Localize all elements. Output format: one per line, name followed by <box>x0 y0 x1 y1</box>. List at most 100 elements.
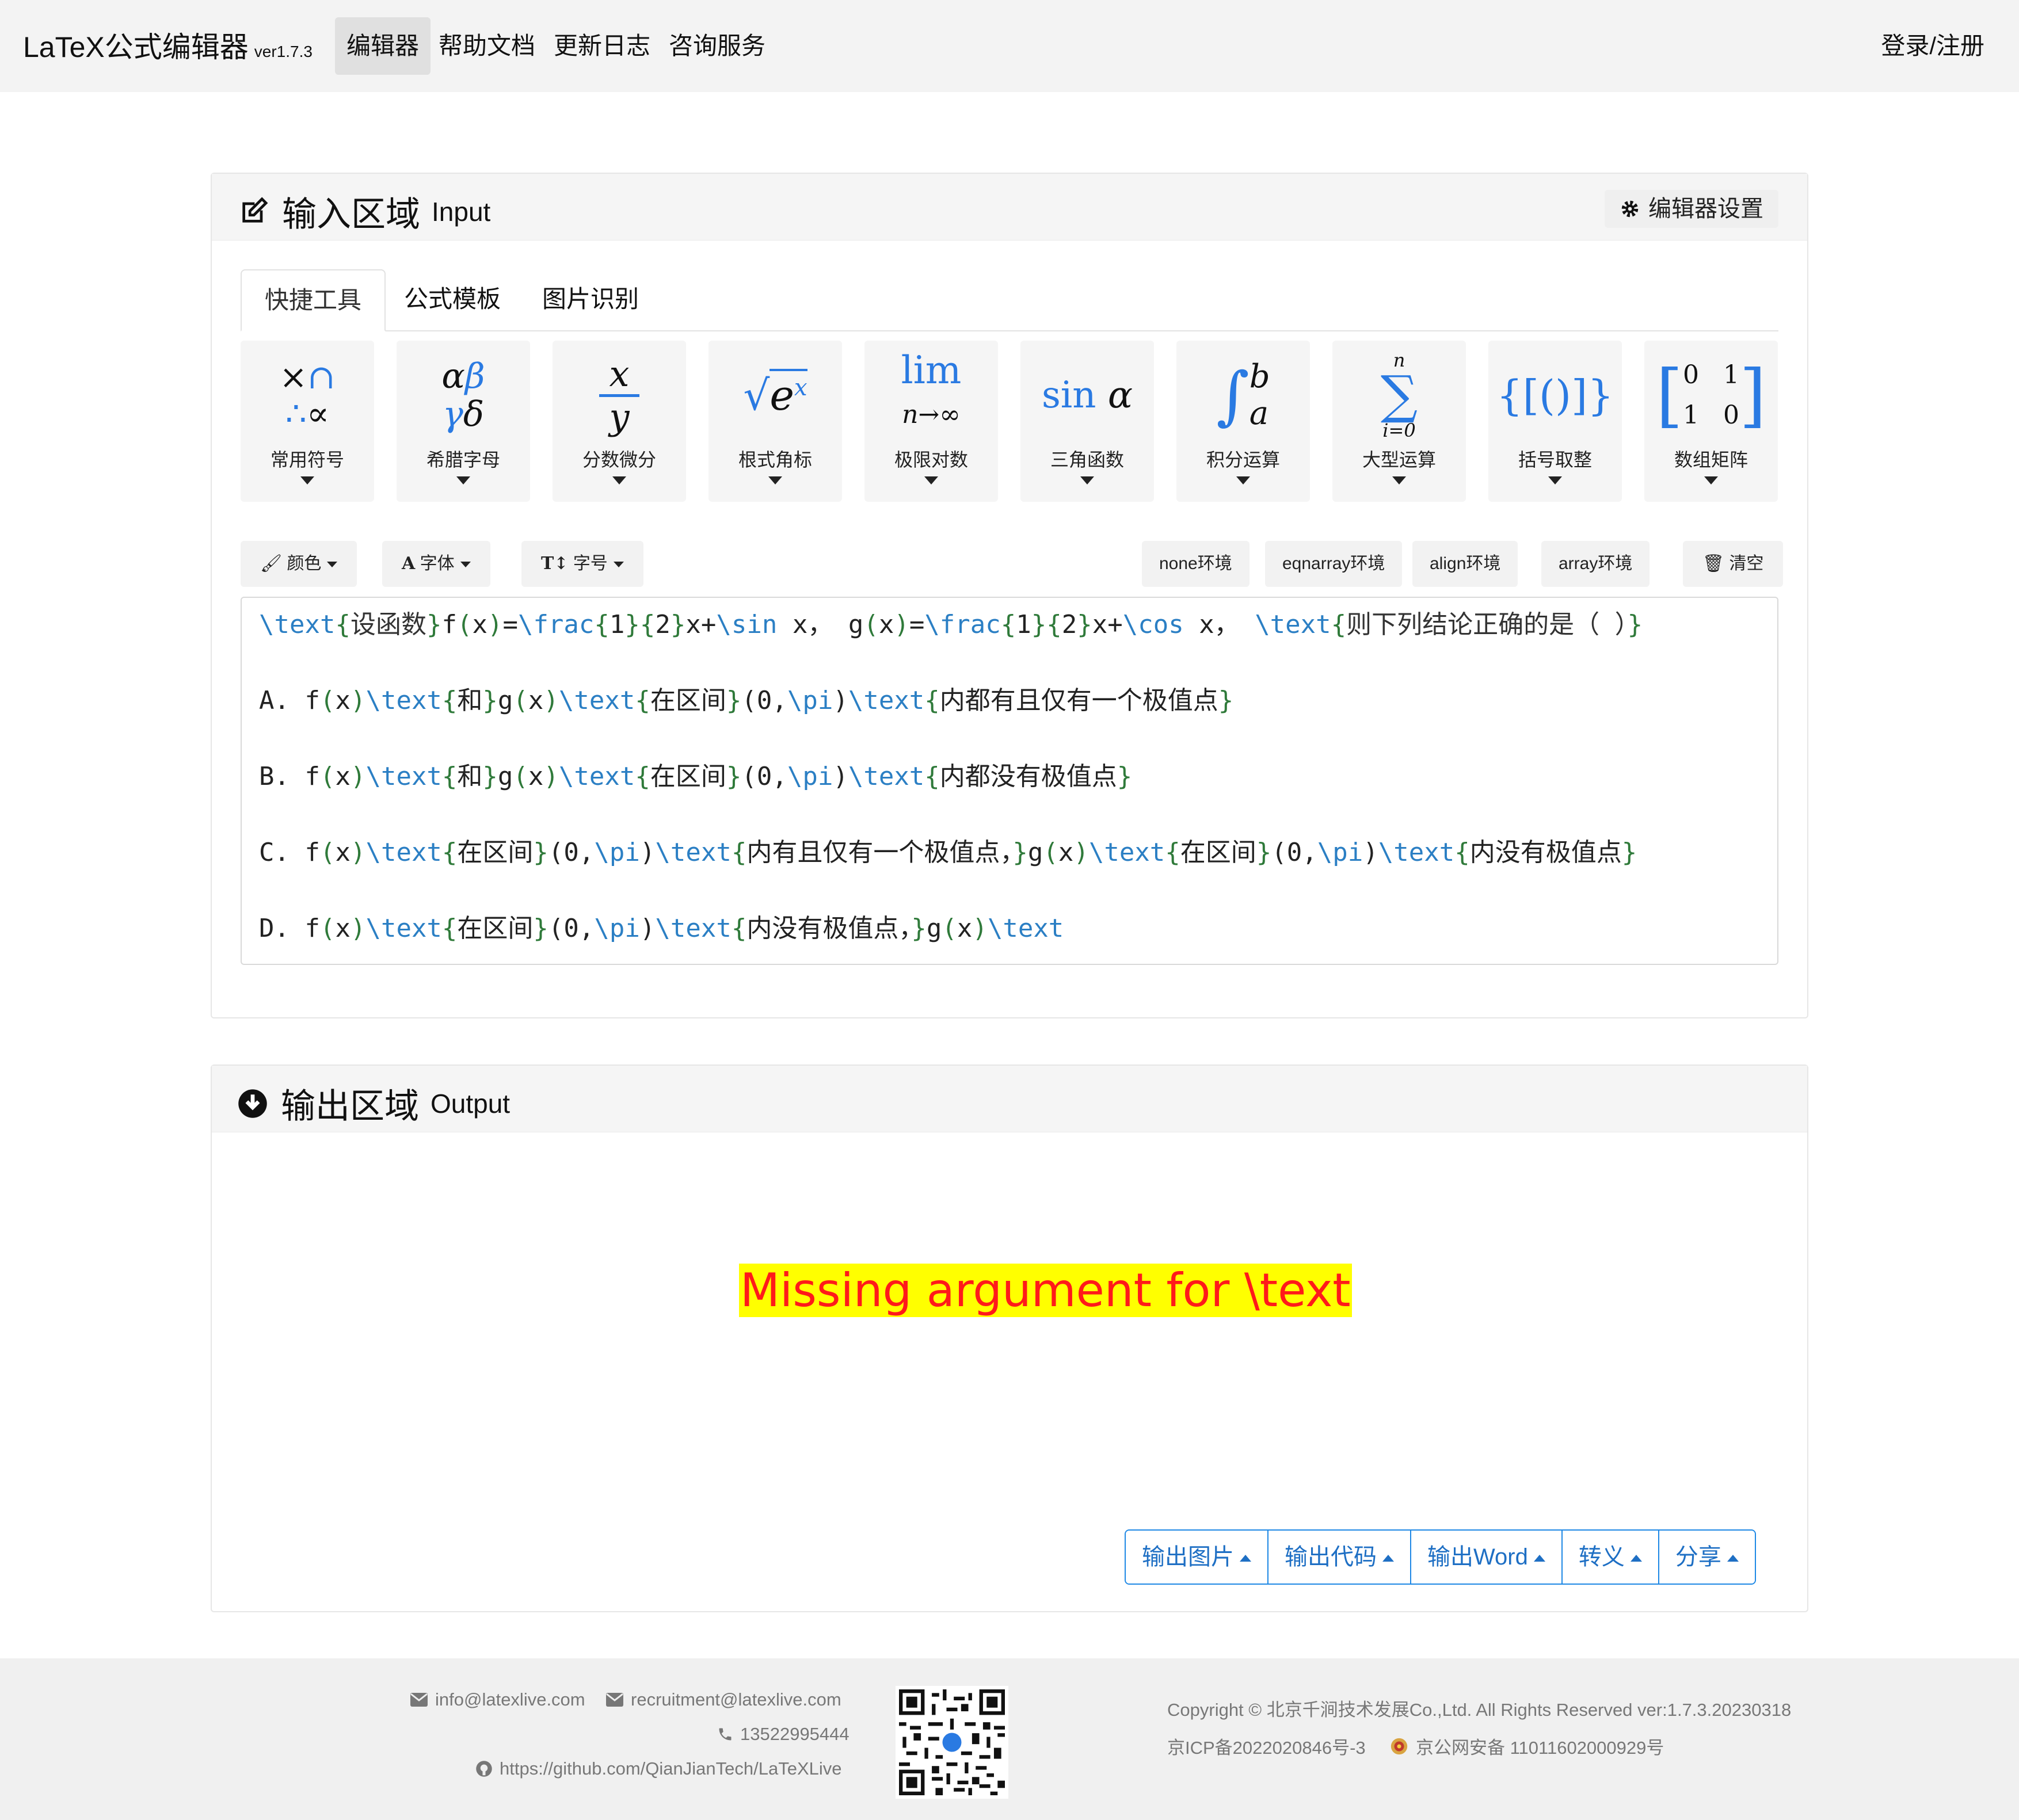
export-code-button[interactable]: 输出代码 <box>1268 1531 1411 1584</box>
share-label: 分享 <box>1675 1544 1721 1570</box>
none-env-button[interactable]: none环境 <box>1142 541 1250 587</box>
share-button[interactable]: 分享 <box>1659 1531 1755 1584</box>
brand[interactable]: LaTeX公式编辑器 ver1.7.3 <box>23 24 313 66</box>
editor-settings-button[interactable]: 编辑器设置 <box>1605 190 1778 228</box>
tool-common-symbols[interactable]: ×∩ ∴∝ 常用符号 <box>241 341 374 502</box>
tool-matrix[interactable]: [0 11 0] 数组矩阵 <box>1644 341 1778 502</box>
tool-label: 分数微分 <box>582 449 656 470</box>
input-card: 输入区域 Input 编辑器设置 快捷工具 公式模板 图片识别 ×∩ ∴∝ 常用符… <box>211 173 1808 1018</box>
export-code-label: 输出代码 <box>1285 1544 1377 1570</box>
common-symbols-icon: ×∩ ∴∝ <box>279 357 336 433</box>
size-label: 字号 <box>573 554 608 573</box>
export-image-button[interactable]: 输出图片 <box>1126 1531 1268 1584</box>
footer-email-recruitment[interactable]: recruitment@latexlive.com <box>605 1689 841 1710</box>
footer-police-link[interactable]: 京公网安备 11011602000929号 <box>1389 1733 1664 1759</box>
tool-tabs: 快捷工具 公式模板 图片识别 <box>241 269 1778 331</box>
nav-help-docs[interactable]: 帮助文档 <box>427 17 547 75</box>
paintbrush-icon: 🖌 <box>260 554 283 573</box>
brand-title: LaTeX公式编辑器 <box>23 31 249 63</box>
limit-icon: lim n→∞ <box>901 348 962 430</box>
input-title-en: Input <box>432 196 491 227</box>
font-size-dropdown-button[interactable]: T↕ 字号 <box>521 541 643 587</box>
chevron-down-icon <box>460 562 471 568</box>
caret-up-icon <box>1727 1555 1739 1562</box>
caret-up-icon <box>1533 1555 1545 1562</box>
editor-settings-label: 编辑器设置 <box>1648 196 1763 222</box>
copyright-text: Copyright © 北京千涧技术发展Co.,Ltd. All Rights … <box>1167 1700 1792 1720</box>
edit-icon <box>242 197 268 223</box>
gear-icon <box>1621 200 1639 218</box>
editor-line-7: C. f(x)\text{在区间}(0,\pi)\text{内有且仅有一个极值点… <box>259 838 1637 867</box>
phone-icon <box>719 1728 732 1741</box>
chevron-down-icon <box>1236 476 1250 484</box>
phone-text: 13522995444 <box>740 1724 849 1744</box>
color-dropdown-button[interactable]: 🖌 颜色 <box>241 541 357 587</box>
tool-label: 极限对数 <box>894 449 968 470</box>
brackets-icon: {[()]} <box>1496 371 1614 419</box>
nav-consulting[interactable]: 咨询服务 <box>657 17 777 75</box>
trash-icon: 🗑 <box>1702 554 1725 573</box>
login-register-link[interactable]: 登录/注册 <box>1881 17 1984 75</box>
tab-formula-templates[interactable]: 公式模板 <box>381 269 524 331</box>
clear-button[interactable]: 🗑 清空 <box>1683 541 1784 587</box>
chevron-down-icon <box>1548 476 1562 484</box>
text-height-icon: T↕ <box>541 554 569 574</box>
font-dropdown-button[interactable]: A 字体 <box>382 541 490 587</box>
font-label: 字体 <box>420 554 455 573</box>
qr-code-image <box>896 1686 1008 1799</box>
police-text: 京公网安备 11011602000929号 <box>1416 1738 1664 1758</box>
tool-label: 大型运算 <box>1362 449 1436 470</box>
input-card-header: 输入区域 Input 编辑器设置 <box>212 174 1807 241</box>
matrix-icon: [0 11 0] <box>1656 355 1766 436</box>
tool-trig-functions[interactable]: sin α 三角函数 <box>1020 341 1154 502</box>
align-env-button[interactable]: align环境 <box>1412 541 1518 587</box>
footer-icp-link[interactable]: 京ICP备2022020846号-3 <box>1167 1733 1366 1759</box>
escape-button[interactable]: 转义 <box>1562 1531 1659 1584</box>
footer-github-link[interactable]: https://github.com/QianJianTech/LaTeXLiv… <box>475 1758 842 1779</box>
tool-large-operators[interactable]: n ∑ i=0 大型运算 <box>1332 341 1466 502</box>
police-badge-icon <box>1391 1738 1408 1754</box>
tab-quick-tools[interactable]: 快捷工具 <box>241 269 386 331</box>
editor-line-5: B. f(x)\text{和}g(x)\text{在区间}(0,\pi)\tex… <box>259 762 1133 791</box>
tool-label: 希腊字母 <box>426 449 500 470</box>
download-circle-icon <box>238 1089 267 1118</box>
tool-brackets[interactable]: {[()]} 括号取整 <box>1488 341 1622 502</box>
footer-copyright: Copyright © 北京千涧技术发展Co.,Ltd. All Rights … <box>1167 1695 1791 1721</box>
array-env-button[interactable]: array环境 <box>1541 541 1650 587</box>
github-url-text: https://github.com/QianJianTech/LaTeXLiv… <box>500 1758 842 1779</box>
export-word-label: 输出Word <box>1427 1544 1528 1570</box>
tool-root-subscript[interactable]: √ex 根式角标 <box>708 341 842 502</box>
editor-line-9: D. f(x)\text{在区间}(0,\pi)\text{内没有极值点，}g(… <box>259 914 1064 943</box>
tool-integral[interactable]: ∫ b a 积分运算 <box>1176 341 1310 502</box>
footer-email-info[interactable]: info@latexlive.com <box>410 1689 585 1710</box>
output-title-en: Output <box>431 1088 511 1119</box>
sine-icon: sin α <box>1041 374 1133 417</box>
summation-icon: n ∑ i=0 <box>1380 349 1418 441</box>
tab-image-recognition[interactable]: 图片识别 <box>519 269 662 331</box>
chevron-down-icon <box>1080 476 1094 484</box>
chevron-down-icon <box>613 562 624 568</box>
tool-limit-log[interactable]: lim n→∞ 极限对数 <box>864 341 998 502</box>
tool-label: 积分运算 <box>1206 449 1280 470</box>
greek-letters-icon: αβ γδ <box>441 356 485 434</box>
eqnarray-env-button[interactable]: eqnarray环境 <box>1265 541 1403 587</box>
tool-label: 括号取整 <box>1518 449 1592 470</box>
footer <box>0 1658 2019 1820</box>
editor-line-3: A. f(x)\text{和}g(x)\text{在区间}(0,\pi)\tex… <box>259 686 1234 715</box>
nav-changelog[interactable]: 更新日志 <box>542 17 662 75</box>
envelope-icon <box>606 1693 623 1707</box>
tool-fraction-derivative[interactable]: xy 分数微分 <box>553 341 686 502</box>
output-card-title: 输出区域 Output <box>237 1078 510 1128</box>
render-error-message: Missing argument for \text <box>739 1264 1352 1317</box>
latex-editor[interactable]: \text{设函数}f(x)=\frac{1}{2}x+\sin x， g(x)… <box>241 597 1778 965</box>
chevron-down-icon <box>456 476 470 484</box>
nav-editor[interactable]: 编辑器 <box>335 17 431 75</box>
export-word-button[interactable]: 输出Word <box>1411 1531 1563 1584</box>
square-root-icon: √ex <box>708 352 842 438</box>
editor-line-1: \text{设函数}f(x)=\frac{1}{2}x+\sin x， g(x)… <box>259 610 1643 639</box>
output-card-header: 输出区域 Output <box>212 1066 1807 1132</box>
tool-greek-letters[interactable]: αβ γδ 希腊字母 <box>397 341 530 502</box>
chevron-down-icon <box>1392 476 1406 484</box>
chevron-down-icon <box>768 476 782 484</box>
tool-label: 数组矩阵 <box>1674 449 1748 470</box>
